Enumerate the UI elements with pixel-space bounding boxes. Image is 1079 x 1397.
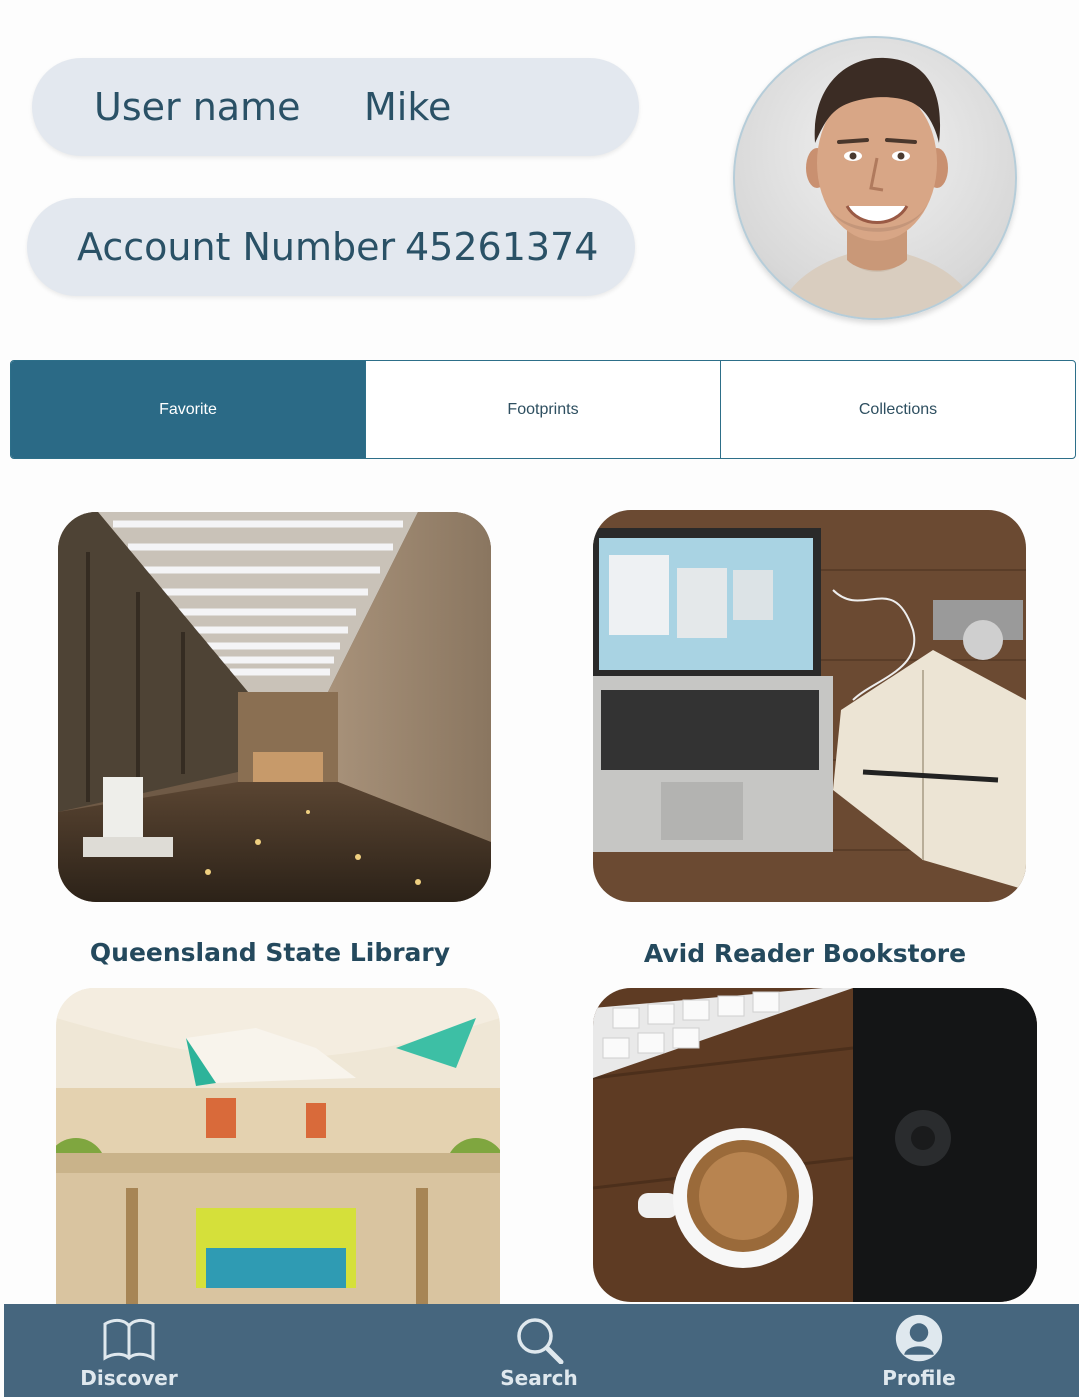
card-queensland-state-library-image[interactable] <box>58 512 491 902</box>
avatar-portrait <box>776 57 980 318</box>
card-title-avid-reader-bookstore[interactable]: Avid Reader Bookstore <box>593 939 1017 968</box>
nav-profile-label: Profile <box>882 1366 956 1390</box>
avatar[interactable] <box>733 36 1017 320</box>
library-hall-photo <box>58 512 491 902</box>
account-number-value: 45261374 <box>405 225 599 269</box>
tab-footprints[interactable]: Footprints <box>366 361 721 458</box>
nav-discover-label: Discover <box>80 1366 178 1390</box>
username-field[interactable]: User name Mike <box>32 58 639 156</box>
nav-profile[interactable]: Profile <box>854 1304 984 1397</box>
search-icon <box>517 1318 564 1364</box>
nav-discover[interactable]: Discover <box>64 1304 194 1397</box>
tab-favorite[interactable]: Favorite <box>11 361 366 458</box>
tab-bar: Favorite Footprints Collections <box>10 360 1076 459</box>
username-value: Mike <box>364 85 452 129</box>
account-number-field[interactable]: Account Number 45261374 <box>27 198 635 296</box>
username-label: User name <box>94 85 301 129</box>
mall-interior-photo <box>56 988 500 1308</box>
account-number-label: Account Number <box>77 225 396 269</box>
card-coffee-desk-image[interactable] <box>593 988 1037 1302</box>
card-mall-interior-image[interactable] <box>56 988 500 1308</box>
nav-search-label: Search <box>500 1366 578 1390</box>
card-avid-reader-bookstore-image[interactable] <box>593 510 1026 902</box>
coffee-desk-photo <box>593 988 1037 1302</box>
bottom-nav: Discover Search Profile <box>4 1304 1079 1397</box>
book-icon <box>103 1318 155 1361</box>
profile-icon <box>895 1314 943 1362</box>
tab-collections[interactable]: Collections <box>721 361 1075 458</box>
card-title-queensland-state-library[interactable]: Queensland State Library <box>58 938 482 967</box>
nav-search[interactable]: Search <box>474 1304 604 1397</box>
laptop-desk-photo <box>593 510 1026 902</box>
